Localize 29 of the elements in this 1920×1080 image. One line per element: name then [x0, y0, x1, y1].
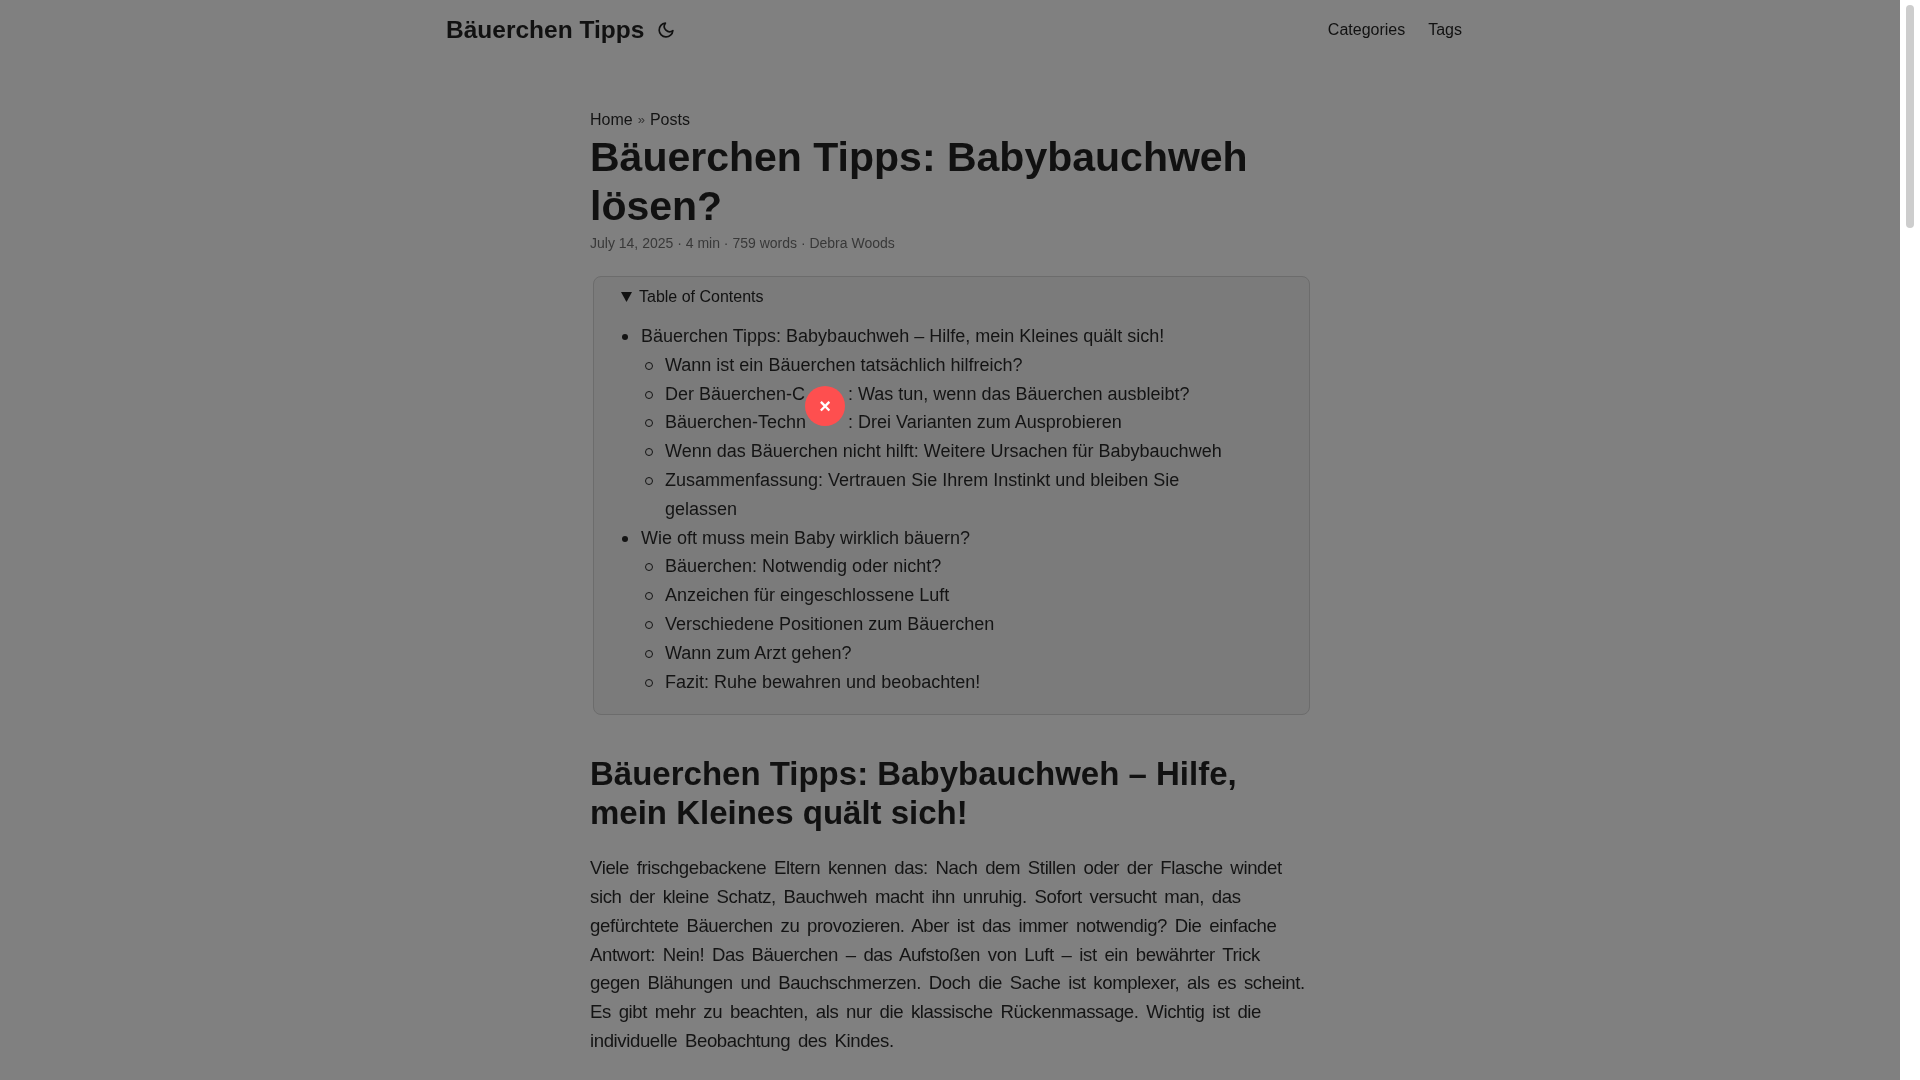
breadcrumb-separator: » — [637, 111, 645, 129]
disc-bullet-icon — [622, 334, 628, 340]
disc-bullet-icon — [622, 535, 628, 542]
moon-icon[interactable] — [658, 22, 675, 38]
toc-link[interactable]: Bäuerchen-Techn — [665, 408, 807, 438]
site-logo-link[interactable]: Bäuerchen Tipps — [446, 15, 645, 45]
toc-link[interactable]: Zusammenfassung: Vertrauen Sie Ihrem Instinkt und bleiben Sie gelassen — [665, 466, 1249, 524]
toc-link[interactable]: Bäuerchen: Notwendig oder nicht? — [665, 552, 942, 582]
breadcrumb-link[interactable]: Home — [590, 110, 633, 130]
toc-link[interactable]: Fazit: Ruhe bewahren und beobachten! — [665, 667, 981, 697]
toc-link[interactable]: : Drei Varianten zum Ausprobieren — [848, 408, 1122, 438]
post-meta: July 14, 2025 · 4 min · 759 words · Debra Woods — [590, 234, 895, 253]
toc-link[interactable]: : Was tun, wenn das Bäuerchen ausbleibt? — [848, 379, 1190, 409]
nav-link[interactable]: Tags — [1428, 19, 1462, 41]
nav-link[interactable]: Categories — [1327, 19, 1406, 41]
toc-link[interactable]: Bäuerchen Tipps: Babybauchweh – Hilfe, mein Kleines quält sich! — [641, 322, 1165, 351]
paragraph: Viele frischgebackene Eltern kennen das: Nach dem Stillen oder der Flasche windet sich der kleine Schatz, Bauchweh macht ihn unruhig. Sofort versucht man, das gefürchtete Bäuerchen zu provozieren. Aber ist das immer notwendig? Die einfache Antwort: Nein! Das Bäuerchen – das Aufstoßen von Luft – ist ein bewährter Trick gegen Blähungen und Bauchschmerzen. Doch die Sache ist komplexer, als es scheint. Es gibt mehr zu beachten, als nur die klassische Rückenmassage. Wichtig ist die individuelle Beobachtung des Kindes. — [590, 856, 1306, 1053]
section-heading: Bäuerchen Tipps: Babybauchweh – Hilfe, mein Kleines quält sich! — [590, 755, 1238, 833]
toc-link[interactable]: Wann zum Arzt gehen? — [665, 638, 852, 668]
toc-link[interactable]: Der Bäuerchen-C — [665, 379, 806, 409]
post-title: Bäuerchen Tipps: Babybauchweh lösen? — [590, 133, 1249, 231]
scrollbar-thumb[interactable] — [1906, 5, 1914, 228]
toc-link[interactable]: Anzeichen für eingeschlossene Luft — [665, 581, 950, 610]
toc-link[interactable]: Wenn das Bäuerchen nicht hilft: Weitere Ursachen für Babybauchweh — [665, 437, 1222, 466]
toc-toggle[interactable]: Table of Contents — [621, 284, 764, 310]
toc-link[interactable]: Wie oft muss mein Baby wirklich bäuern? — [641, 523, 971, 553]
breadcrumb-link[interactable]: Posts — [649, 110, 690, 130]
toc-link[interactable]: Wann ist ein Bäuerchen tatsächlich hilfreich? — [665, 350, 1023, 380]
toc-link[interactable]: Verschiedene Positionen zum Bäuerchen — [665, 609, 995, 639]
